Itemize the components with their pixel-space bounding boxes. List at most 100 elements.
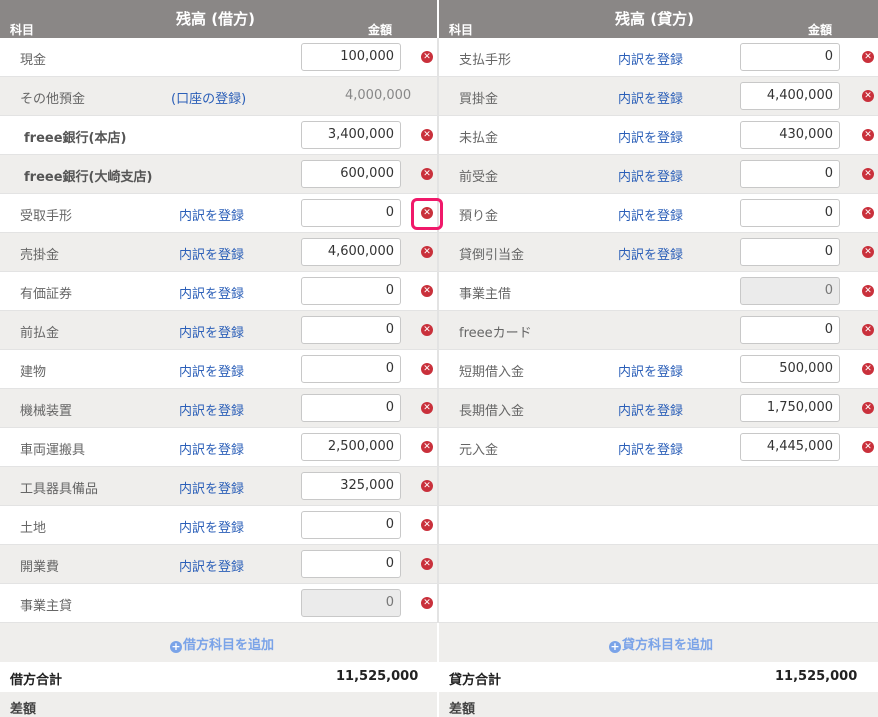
- close-circle-icon[interactable]: ✕: [421, 168, 433, 180]
- amount-input[interactable]: 325,000: [301, 472, 401, 500]
- register-breakdown-link[interactable]: 内訳を登録: [618, 244, 683, 263]
- account-name: 貸倒引当金: [459, 248, 525, 263]
- amount-input[interactable]: 430,000: [740, 121, 840, 149]
- close-circle-icon[interactable]: ✕: [862, 51, 874, 63]
- amount-input[interactable]: 0: [301, 199, 401, 227]
- amount-input[interactable]: 0: [740, 316, 840, 344]
- debit-row: 前払金 内訳を登録 0 ✕: [0, 311, 437, 350]
- amount-input[interactable]: 100,000: [301, 43, 401, 71]
- register-breakdown-link[interactable]: 内訳を登録: [179, 322, 244, 341]
- amount-input[interactable]: 0: [301, 316, 401, 344]
- credit-row: 支払手形 内訳を登録 0 ✕: [439, 38, 878, 77]
- debit-row: その他預金 (口座の登録) 4,000,000: [0, 77, 437, 116]
- amount-input[interactable]: 0: [301, 277, 401, 305]
- amount-input[interactable]: 500,000: [740, 355, 840, 383]
- debit-row: 事業主貸 0 ✕: [0, 584, 437, 623]
- close-circle-icon[interactable]: ✕: [862, 90, 874, 102]
- register-breakdown-link[interactable]: 内訳を登録: [179, 283, 244, 302]
- plus-circle-icon: +: [170, 640, 182, 653]
- amount-input[interactable]: 0: [301, 511, 401, 539]
- register-breakdown-link[interactable]: 内訳を登録: [618, 439, 683, 458]
- account-name: 預り金: [459, 209, 499, 224]
- empty-row: [439, 506, 878, 545]
- register-account-link[interactable]: (口座の登録): [171, 88, 246, 107]
- amount-input[interactable]: 0: [740, 199, 840, 227]
- table-header: 科目 残高 (借方) 金額 科目 残高 (貸方) 金額: [0, 0, 878, 38]
- close-circle-icon[interactable]: ✕: [421, 285, 433, 297]
- debit-row: 車両運搬具 内訳を登録 2,500,000 ✕: [0, 428, 437, 467]
- add-credit-bar: + 貸方科目を追加: [439, 623, 878, 662]
- credit-row: 長期借入金 内訳を登録 1,750,000 ✕: [439, 389, 878, 428]
- amount-input[interactable]: 1,750,000: [740, 394, 840, 422]
- register-breakdown-link[interactable]: 内訳を登録: [179, 244, 244, 263]
- add-credit-account-link[interactable]: + 貸方科目を追加: [609, 634, 713, 653]
- register-breakdown-link[interactable]: 内訳を登録: [179, 439, 244, 458]
- amount-input: 0: [301, 589, 401, 617]
- amount-input[interactable]: 3,400,000: [301, 121, 401, 149]
- close-circle-icon[interactable]: ✕: [421, 402, 433, 414]
- amount-input[interactable]: 0: [740, 43, 840, 71]
- register-breakdown-link[interactable]: 内訳を登録: [618, 205, 683, 224]
- register-breakdown-link[interactable]: 内訳を登録: [618, 127, 683, 146]
- account-name: freeeカード: [459, 326, 532, 341]
- register-breakdown-link[interactable]: 内訳を登録: [179, 517, 244, 536]
- close-circle-icon[interactable]: ✕: [862, 129, 874, 141]
- close-circle-icon[interactable]: ✕: [421, 246, 433, 258]
- account-name: その他預金: [20, 92, 86, 107]
- close-circle-icon[interactable]: ✕: [862, 168, 874, 180]
- register-breakdown-link[interactable]: 内訳を登録: [618, 49, 683, 68]
- amount-input[interactable]: 0: [301, 355, 401, 383]
- close-circle-icon[interactable]: ✕: [862, 246, 874, 258]
- close-circle-icon[interactable]: ✕: [862, 363, 874, 375]
- account-name: 前受金: [459, 170, 499, 185]
- debit-row: 売掛金 内訳を登録 4,600,000 ✕: [0, 233, 437, 272]
- credit-row: 預り金 内訳を登録 0 ✕: [439, 194, 878, 233]
- amount-input[interactable]: 0: [301, 394, 401, 422]
- debit-row: 開業費 内訳を登録 0 ✕: [0, 545, 437, 584]
- debit-diff-row: 差額: [0, 692, 437, 717]
- account-name: 事業主貸: [20, 599, 73, 614]
- register-breakdown-link[interactable]: 内訳を登録: [618, 88, 683, 107]
- credit-row: 前受金 内訳を登録 0 ✕: [439, 155, 878, 194]
- amount-input[interactable]: 4,600,000: [301, 238, 401, 266]
- close-circle-icon[interactable]: ✕: [421, 519, 433, 531]
- close-circle-icon[interactable]: ✕: [421, 129, 433, 141]
- close-circle-icon[interactable]: ✕: [421, 441, 433, 453]
- close-circle-icon[interactable]: ✕: [421, 480, 433, 492]
- register-breakdown-link[interactable]: 内訳を登録: [618, 400, 683, 419]
- amount-input[interactable]: 600,000: [301, 160, 401, 188]
- register-breakdown-link[interactable]: 内訳を登録: [618, 361, 683, 380]
- register-breakdown-link[interactable]: 内訳を登録: [179, 205, 244, 224]
- register-breakdown-link[interactable]: 内訳を登録: [179, 556, 244, 575]
- close-circle-icon[interactable]: ✕: [862, 324, 874, 336]
- debit-total-row: 借方合計 11,525,000: [0, 662, 437, 692]
- close-circle-icon[interactable]: ✕: [421, 597, 433, 609]
- amount-input[interactable]: 4,445,000: [740, 433, 840, 461]
- account-name: 工具器具備品: [20, 482, 99, 497]
- account-name: 支払手形: [459, 53, 512, 68]
- amount-input[interactable]: 0: [740, 160, 840, 188]
- add-debit-bar: + 借方科目を追加: [0, 623, 437, 662]
- credit-row: 買掛金 内訳を登録 4,400,000 ✕: [439, 77, 878, 116]
- amount-input[interactable]: 4,400,000: [740, 82, 840, 110]
- close-circle-icon[interactable]: ✕: [862, 441, 874, 453]
- empty-row: [439, 584, 878, 623]
- register-breakdown-link[interactable]: 内訳を登録: [179, 400, 244, 419]
- account-name: 土地: [20, 521, 47, 536]
- credit-row: 事業主借 0 ✕: [439, 272, 878, 311]
- add-debit-account-link[interactable]: + 借方科目を追加: [170, 634, 274, 653]
- close-circle-icon[interactable]: ✕: [421, 363, 433, 375]
- close-circle-icon[interactable]: ✕: [862, 207, 874, 219]
- close-circle-icon[interactable]: ✕: [862, 285, 874, 297]
- close-circle-icon[interactable]: ✕: [421, 558, 433, 570]
- account-name: 受取手形: [20, 209, 73, 224]
- register-breakdown-link[interactable]: 内訳を登録: [179, 478, 244, 497]
- register-breakdown-link[interactable]: 内訳を登録: [618, 166, 683, 185]
- amount-input[interactable]: 0: [301, 550, 401, 578]
- amount-input[interactable]: 0: [740, 238, 840, 266]
- register-breakdown-link[interactable]: 内訳を登録: [179, 361, 244, 380]
- amount-input[interactable]: 2,500,000: [301, 433, 401, 461]
- close-circle-icon[interactable]: ✕: [421, 324, 433, 336]
- close-circle-icon[interactable]: ✕: [862, 402, 874, 414]
- close-circle-icon[interactable]: ✕: [421, 51, 433, 63]
